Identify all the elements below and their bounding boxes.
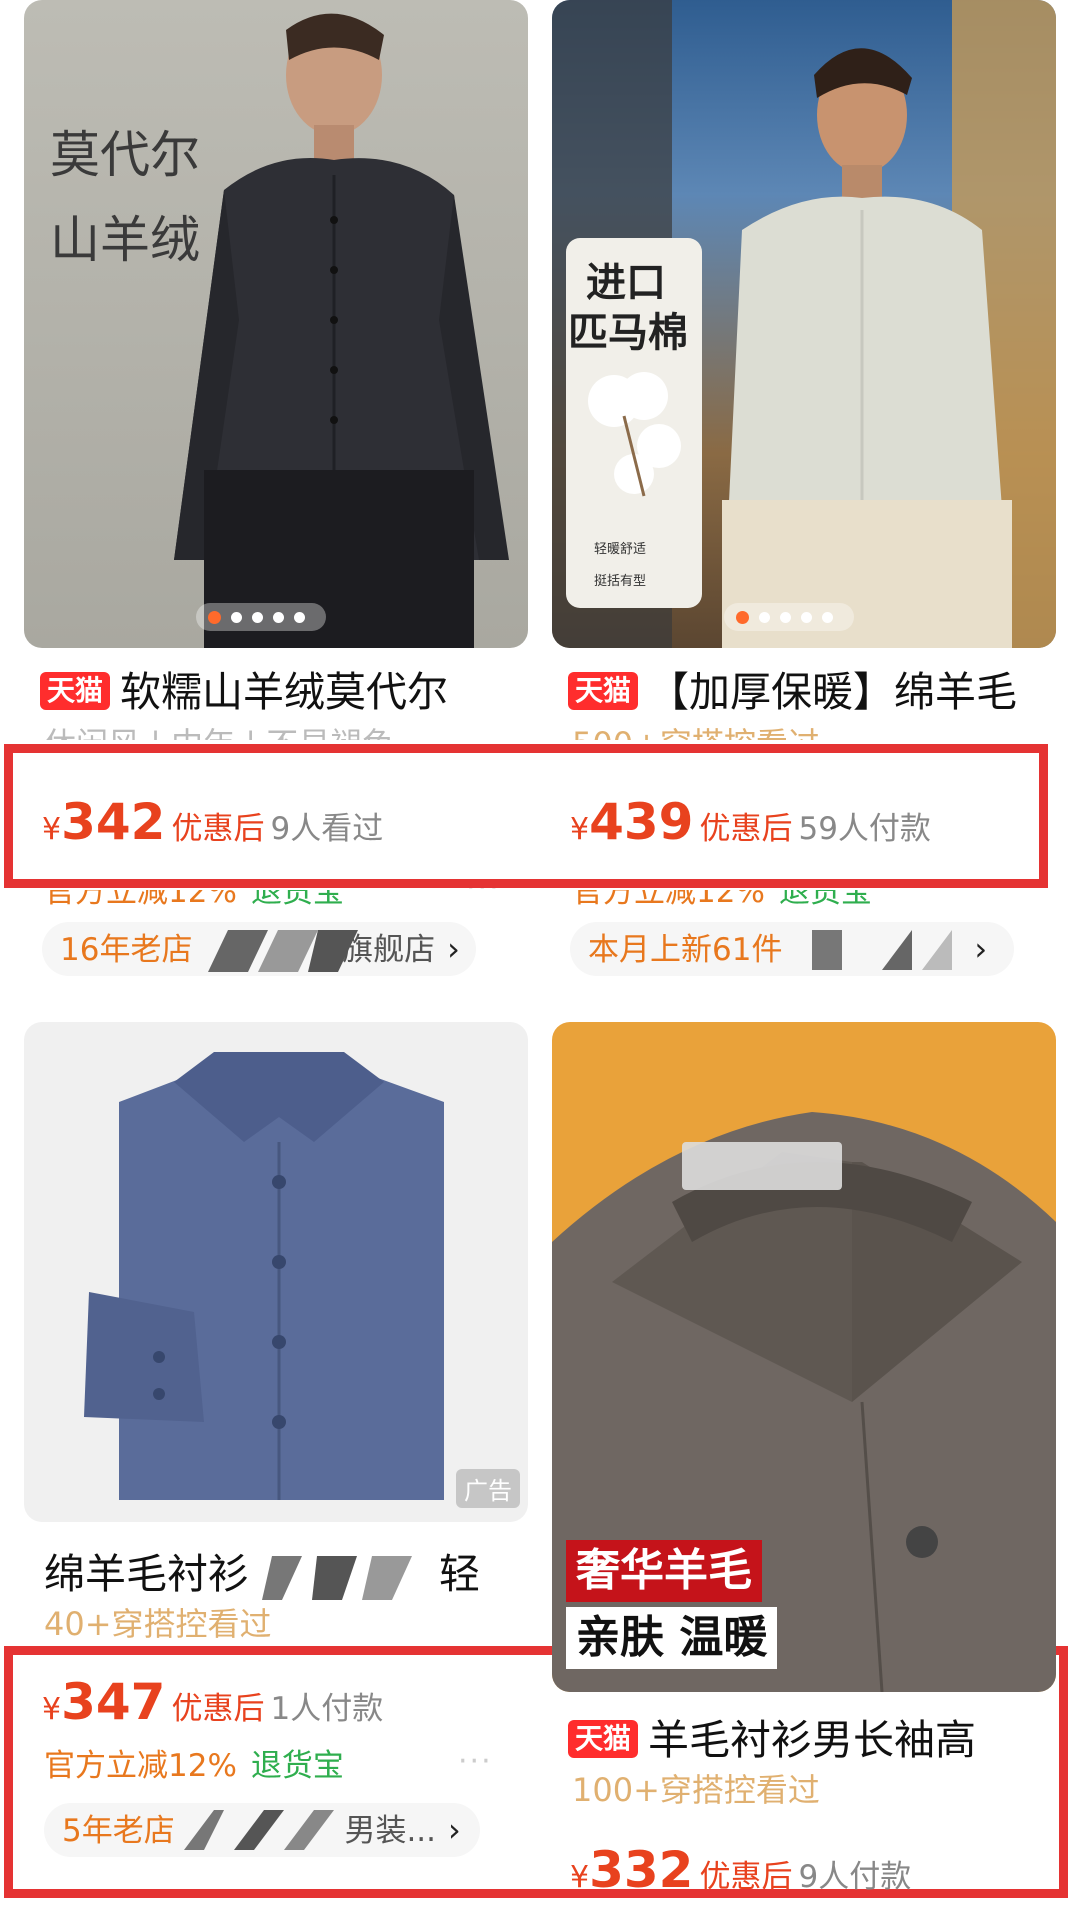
feature-panel: 进口 匹马棉 轻暖舒适 挺括有型 <box>566 238 702 608</box>
image-label-line-2: 山羊绒 <box>50 211 200 269</box>
product-title-1[interactable]: 天猫 软糯山羊绒莫代尔 <box>40 666 448 718</box>
carousel-dot <box>208 610 221 624</box>
sales-count: 9人付款 <box>798 1859 912 1895</box>
carousel-dot <box>736 610 749 624</box>
product-title-2[interactable]: 天猫 【加厚保暖】绵羊毛 <box>568 666 1017 718</box>
product-title-text: 【加厚保暖】绵羊毛 <box>648 668 1018 716</box>
image-label-line-2: 亲肤 温暖 <box>576 1612 768 1663</box>
after-discount-label: 优惠后 <box>699 1859 793 1895</box>
model-dark-shirt-illustration <box>174 13 509 648</box>
tmall-badge: 天猫 <box>568 672 639 710</box>
image-label-line-1: 莫代尔 <box>50 126 200 184</box>
product-title-text: 软糯山羊绒莫代尔 <box>120 668 449 716</box>
price-value: 332 <box>589 1841 694 1899</box>
ad-label: 广告 <box>456 1469 520 1508</box>
carousel-dot <box>759 611 770 623</box>
feature-item-2: 挺括有型 <box>594 574 647 589</box>
carousel-dot <box>822 611 833 623</box>
folded-blue-shirt-illustration <box>84 1052 444 1500</box>
feature-item-1: 轻暖舒适 <box>594 542 647 557</box>
carousel-dot <box>801 611 812 623</box>
product-image-4[interactable]: 奢华羊毛 亲肤 温暖 <box>552 1022 1056 1692</box>
product-image-1[interactable]: 莫代尔 山羊绒 <box>24 0 528 648</box>
carousel-indicator[interactable] <box>724 603 854 631</box>
product-title-tail: 轻 <box>439 1550 480 1598</box>
product-image-3[interactable]: 广告 <box>24 1022 528 1522</box>
chevron-right-icon: › <box>974 930 988 968</box>
mosaic-redaction <box>812 930 952 970</box>
chevron-right-icon: › <box>447 930 460 968</box>
shop-age: 16年老店 <box>60 932 193 968</box>
carousel-dot <box>252 611 263 623</box>
product-title-text: 羊毛衬衫男长袖高 <box>648 1716 977 1764</box>
tmall-badge: 天猫 <box>40 672 111 710</box>
product-image-2[interactable]: 进口 匹马棉 轻暖舒适 挺括有型 <box>552 0 1056 648</box>
carousel-dot <box>294 611 305 623</box>
highlight-box <box>4 744 1048 888</box>
shop-new-arrivals: 本月上新61件 <box>588 932 783 968</box>
carousel-indicator[interactable] <box>196 603 326 631</box>
tmall-badge: 天猫 <box>568 1720 639 1758</box>
carousel-dot <box>231 611 242 623</box>
product-title-text: 绵羊毛衬衫 <box>44 1550 249 1598</box>
price-row-4: ¥332 优惠后 9人付款 <box>570 1840 911 1912</box>
currency-symbol: ¥ <box>570 1860 590 1895</box>
promo-banner-2: 亲肤 温暖 <box>566 1607 778 1669</box>
product-subtitle-3: 40+穿搭控看过 <box>44 1605 272 1643</box>
promo-banner: 奢华羊毛 <box>566 1540 762 1602</box>
cotton-boll-icon <box>588 372 681 497</box>
image-label-line-2: 匹马棉 <box>568 309 688 356</box>
mosaic-redaction <box>208 930 358 972</box>
carousel-dot <box>273 611 284 623</box>
product-subtitle-4: 100+穿搭控看过 <box>572 1771 820 1809</box>
product-title-4[interactable]: 天猫 羊毛衬衫男长袖高 <box>568 1714 976 1766</box>
image-label-line-1: 奢华羊毛 <box>576 1545 752 1596</box>
carousel-dot <box>780 611 791 623</box>
mosaic-redaction <box>262 1556 412 1600</box>
